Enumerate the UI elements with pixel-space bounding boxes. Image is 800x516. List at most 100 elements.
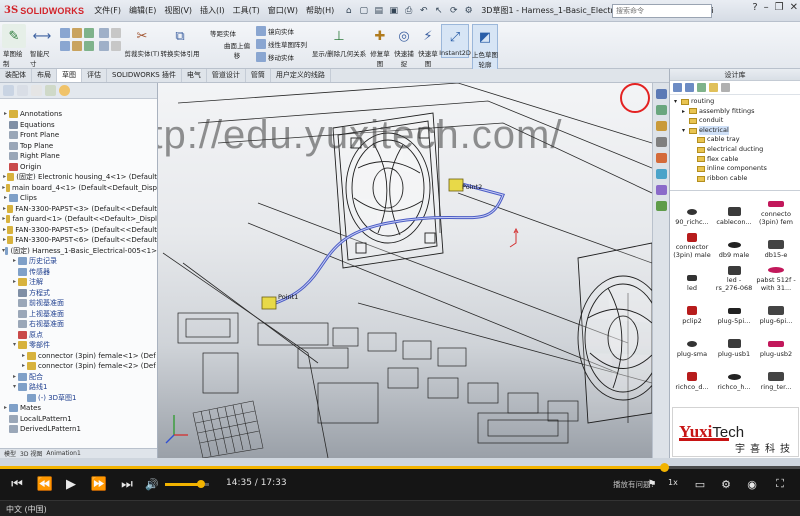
circle-icon[interactable] [60,40,70,51]
menu-item-5[interactable]: 窗口(W) [264,5,302,16]
feature-tree-item[interactable]: ▾ 零部件 [0,340,157,351]
feature-tree-item[interactable]: ▸ connector (3pin) female<1> (Def [0,351,157,362]
feature-tree-item[interactable]: Front Plane [0,130,157,141]
command-tab-5[interactable]: 电气 [182,69,207,82]
graphics-area[interactable]: http://edu.yuxitech.com/ Point2 Point1 [158,83,652,458]
video-progress-track[interactable] [0,463,800,472]
feature-tree-item[interactable]: ▸ (固定) Electronic housing_4<1> (Default [0,172,157,183]
library-item[interactable]: db15-e [756,226,796,259]
library-folder[interactable]: cable tray [670,135,800,145]
library-item[interactable]: plug-5pi... [714,292,754,325]
smart-dimension-button[interactable]: ⟷ 智能尺寸 [30,24,54,69]
captions-button[interactable]: ▭ [692,475,708,493]
appearances-tab-icon[interactable] [656,169,667,179]
point-icon[interactable] [111,27,121,38]
expand-arrow-icon[interactable]: ▸ [20,351,27,362]
tab-3d-views[interactable]: 3D 视图 [20,449,42,458]
expand-arrow-icon[interactable]: ▸ [2,183,6,194]
convert-entities-button[interactable]: ⧉ 转换实体引用 [160,24,200,59]
library-folder[interactable]: ▾ electrical [670,125,800,136]
forum-tab-icon[interactable] [656,201,667,211]
feature-tree-item[interactable]: 前视基准面 [0,298,157,309]
fillet-icon[interactable] [99,40,109,51]
shaded-sketch-contours-button[interactable]: ◩ 上色草图轮廓 [472,24,498,70]
restore-icon[interactable]: ❐ [775,2,784,13]
resources-tab-icon[interactable] [656,89,667,99]
play-button[interactable]: ▶ [62,475,80,493]
rapid-sketch-button[interactable]: ⚡ 快速草图 [417,24,439,69]
feature-tree-item[interactable]: Top Plane [0,141,157,152]
minimize-icon[interactable]: – [764,2,769,13]
expand-arrow-icon[interactable]: ▸ [11,256,18,267]
command-tab-2[interactable]: 草图 [57,69,82,82]
linear-pattern-button[interactable]: 线性草图阵列 [256,37,307,50]
language-selector[interactable]: 中文 (中国) [6,504,47,515]
select-icon[interactable]: ↖ [432,4,445,17]
library-item[interactable]: connecto (3pin) fem [756,193,796,226]
volume-button[interactable]: 🔊 [144,475,160,493]
configuration-tab-icon[interactable] [31,85,42,96]
screenshot-button[interactable]: ◉ [744,475,760,493]
rewind-button[interactable]: ⏪ [36,475,54,493]
library-item[interactable]: pabst 512f - with 31... [756,259,796,292]
command-tab-0[interactable]: 装配体 [0,69,32,82]
quick-snaps-button[interactable]: ◎ 快速捕捉 [394,24,414,69]
expand-arrow-icon[interactable]: ▾ [674,97,681,107]
polygon-icon[interactable] [84,40,94,51]
connector-female-2[interactable] [448,178,464,192]
feature-tree-item[interactable]: ▸ main board_4<1> (Default<Default_Disp [0,183,157,194]
expand-arrow-icon[interactable]: ▾ [11,382,18,393]
expand-arrow-icon[interactable]: ▸ [2,109,9,120]
library-item[interactable]: plug-usb1 [714,325,754,358]
flag-button[interactable]: ⚑ [645,475,659,493]
library-folder[interactable]: flex cable [670,155,800,165]
undo-icon[interactable]: ↶ [417,4,430,17]
feature-tree-item[interactable]: ▸ 注解 [0,277,157,288]
feature-tree-tab-icon[interactable] [3,85,14,96]
expand-arrow-icon[interactable]: ▸ [11,277,18,288]
feature-tree-item[interactable]: ▸ FAN-3300-PAPST<6> (Default<<Default [0,235,157,246]
view-palette-tab-icon[interactable] [656,153,667,163]
home-icon[interactable]: ⌂ [342,4,355,17]
feature-tree-item[interactable]: (-) 3D草图1 [0,393,157,404]
line-icon[interactable] [60,27,70,38]
trim-entities-button[interactable]: ✂ 剪裁实体(T) [124,24,159,59]
close-icon[interactable]: ✕ [790,2,798,13]
volume-slider[interactable] [165,480,209,488]
library-item[interactable]: richco_h... [714,358,754,391]
sketch-button[interactable]: ✎ 草图绘制 [2,24,26,68]
new-file-icon[interactable]: ▢ [357,4,370,17]
feature-tree-item[interactable]: Origin [0,162,157,173]
offset-entities-button[interactable]: 等距实体 [210,28,236,38]
menu-item-0[interactable]: 文件(F) [90,5,125,16]
options-icon[interactable]: ⚙ [462,4,475,17]
refresh-icon[interactable] [721,83,730,92]
add-folder-icon[interactable] [709,83,718,92]
feature-tree-item[interactable]: ▾ (固定) Harness_1-Basic_Electrical-005<1> [0,246,157,257]
command-tab-3[interactable]: 评估 [82,69,107,82]
arc-icon[interactable] [72,40,82,51]
display-manager-tab-icon[interactable] [59,85,70,96]
library-item[interactable]: pclip2 [672,292,712,325]
tab-model[interactable]: 模型 [4,449,16,458]
menu-item-1[interactable]: 编辑(E) [125,5,160,16]
help-icon[interactable]: ? [752,2,757,13]
expand-arrow-icon[interactable]: ▾ [11,340,18,351]
feature-tree-item[interactable]: DerivedLPattern1 [0,424,157,435]
save-icon[interactable]: ▣ [387,4,400,17]
library-item[interactable]: led [672,259,712,292]
text-icon[interactable] [111,40,121,51]
library-item[interactable]: cablecon... [714,193,754,226]
library-item[interactable]: connector (3pin) male [672,226,712,259]
library-folder[interactable]: ▾ routing [670,97,800,107]
slot-icon[interactable] [84,27,94,38]
settings-button[interactable]: ⚙ [718,475,734,493]
expand-arrow-icon[interactable]: ▸ [20,361,27,372]
skip-back-button[interactable]: ⏮ [8,475,26,493]
volume-handle[interactable] [197,480,206,488]
rebuild-icon[interactable]: ⟳ [447,4,460,17]
video-progress-handle[interactable] [660,463,669,472]
library-folder[interactable]: conduit [670,116,800,126]
feature-tree-item[interactable]: ▸ 配合 [0,372,157,383]
fullscreen-button[interactable]: ⛶ [772,475,788,493]
